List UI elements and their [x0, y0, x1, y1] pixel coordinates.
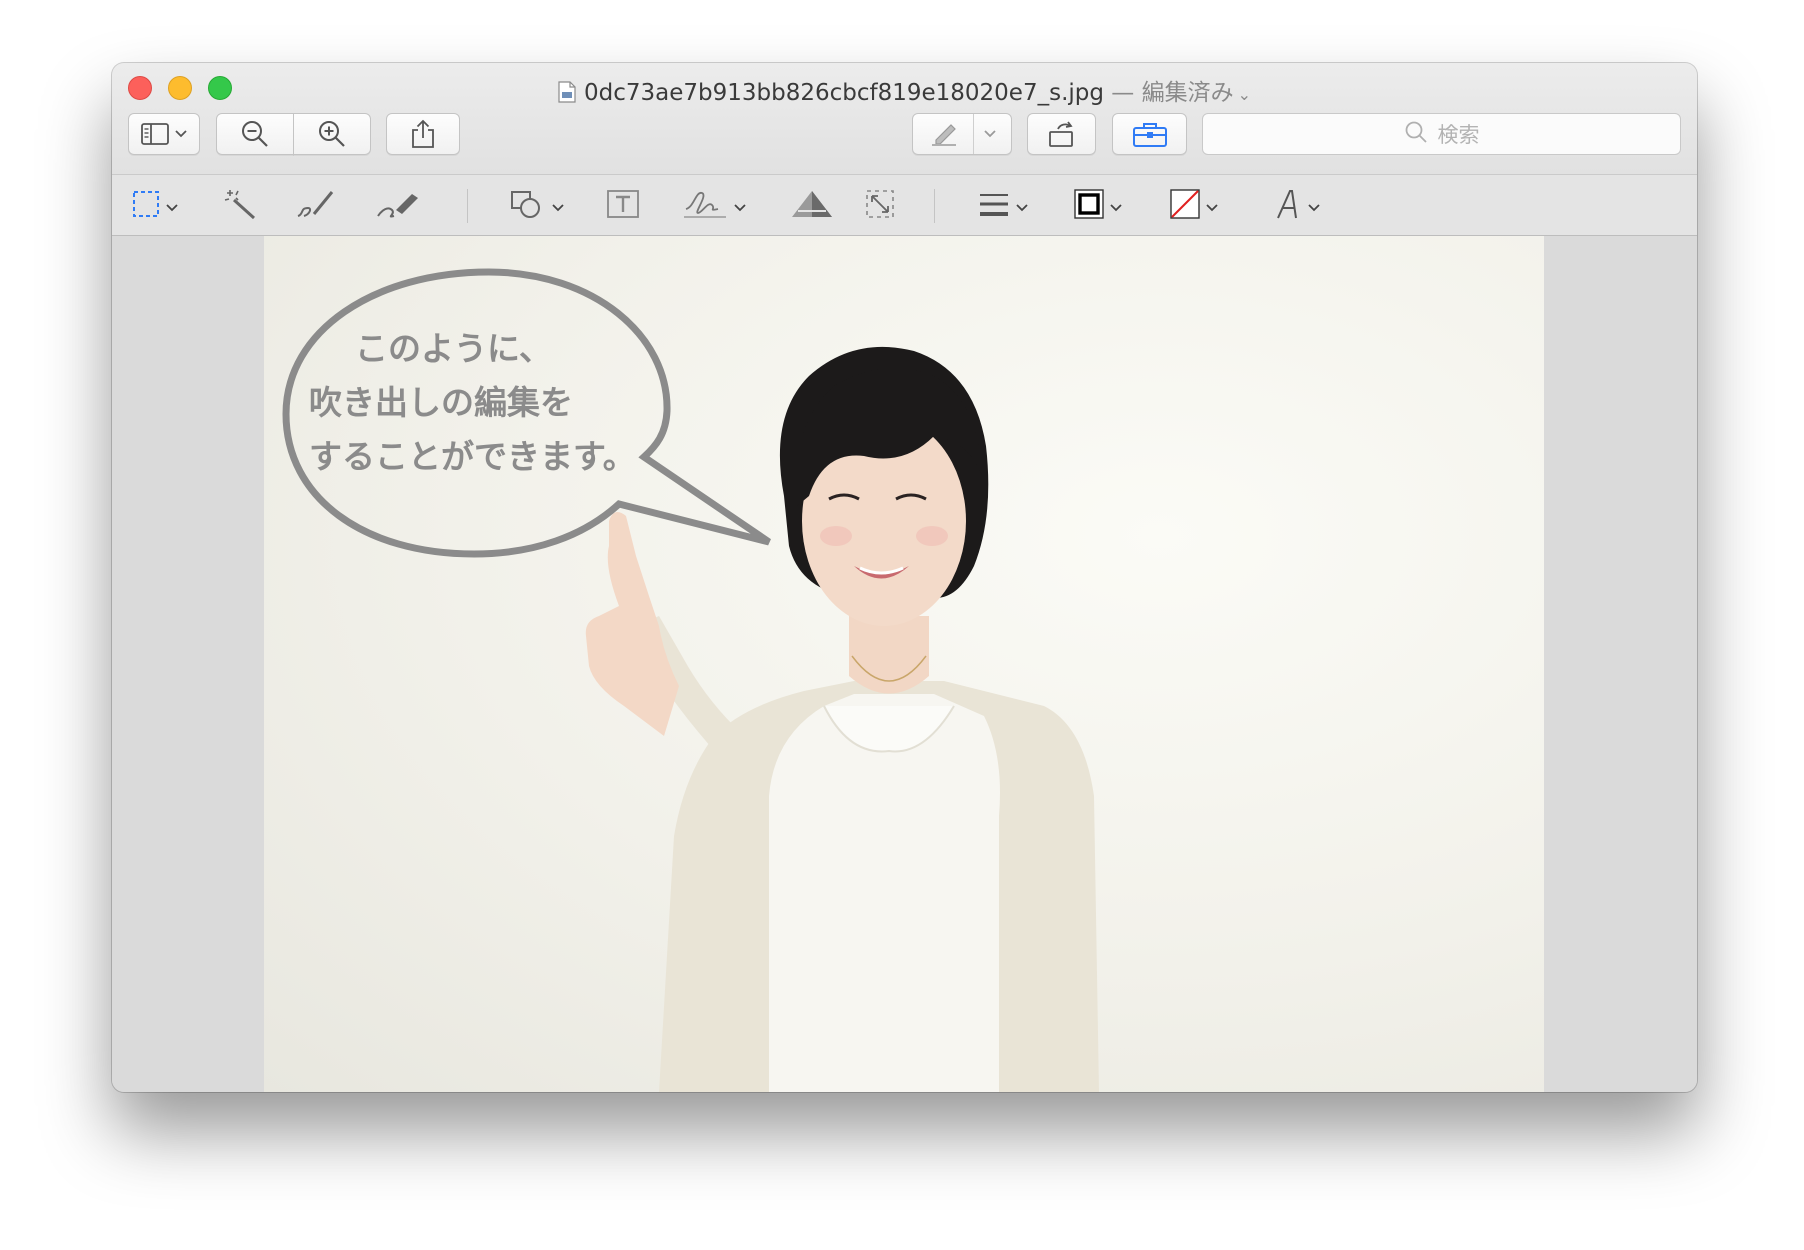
toolbar-divider	[467, 189, 468, 223]
signature-tool[interactable]	[682, 187, 746, 225]
button-divider	[972, 114, 974, 154]
highlight-pen-icon	[929, 120, 963, 148]
zoom-out-icon	[240, 119, 270, 149]
shape-style-icon	[978, 190, 1010, 222]
rectangular-selection-icon	[132, 190, 160, 222]
speech-bubble-line: 吹き出しの編集を	[309, 383, 573, 422]
title-bar: 0dc73ae7b913bb826cbcf819e18020e7_s.jpg —…	[112, 63, 1697, 174]
filename-label: 0dc73ae7b913bb826cbcf819e18020e7_s.jpg	[583, 80, 1104, 106]
toolbar-divider	[934, 189, 935, 223]
text-tool[interactable]	[606, 187, 640, 225]
share-button[interactable]	[386, 113, 460, 155]
adjust-size-tool[interactable]	[864, 187, 896, 225]
selection-tool[interactable]	[132, 187, 178, 225]
chevron-down-icon	[734, 197, 746, 216]
draw-icon	[374, 188, 424, 224]
adjust-color-icon	[790, 189, 834, 223]
text-icon	[606, 189, 640, 223]
chevron-down-icon	[1016, 197, 1028, 216]
title-separator: —	[1111, 80, 1135, 106]
instant-alpha-icon	[222, 188, 258, 224]
document-icon	[558, 81, 576, 109]
border-color-icon	[1074, 189, 1104, 223]
shape-style-tool[interactable]	[978, 187, 1028, 225]
search-placeholder: 検索	[1437, 123, 1480, 147]
highlight-button[interactable]	[912, 113, 1012, 155]
markup-toolbar	[112, 174, 1697, 236]
rotate-button[interactable]	[1027, 113, 1096, 155]
search-icon	[1404, 120, 1438, 149]
adjust-color-tool[interactable]	[790, 187, 834, 225]
chevron-down-icon	[1110, 197, 1122, 216]
chevron-down-icon	[1308, 197, 1320, 216]
border-color-tool[interactable]	[1074, 187, 1122, 225]
shapes-icon	[510, 188, 546, 224]
sketch-icon	[294, 188, 338, 224]
speech-bubble-line: することができます。	[309, 437, 636, 476]
toolbox-icon	[1132, 120, 1168, 148]
zoom-out-button[interactable]	[216, 113, 294, 155]
speech-bubble-line: このように、	[355, 329, 553, 368]
chevron-down-icon	[552, 197, 564, 216]
zoom-in-button[interactable]	[293, 113, 371, 155]
document-area: このように、 吹き出しの編集を することができます。	[112, 236, 1697, 1092]
speech-bubble-text: このように、 吹き出しの編集を することができます。	[309, 322, 669, 484]
text-style-icon	[1274, 188, 1302, 224]
sketch-tool[interactable]	[294, 187, 338, 225]
preview-window: 0dc73ae7b913bb826cbcf819e18020e7_s.jpg —…	[112, 63, 1697, 1092]
sidebar-button[interactable]	[128, 113, 200, 155]
text-style-tool[interactable]	[1274, 187, 1320, 225]
chevron-down-icon: ⌄	[1237, 85, 1252, 104]
signature-icon	[682, 187, 728, 225]
fill-color-icon	[1170, 189, 1200, 223]
fill-color-tool[interactable]	[1170, 187, 1218, 225]
markup-toolbar-button[interactable]	[1112, 113, 1187, 155]
rotate-icon	[1046, 120, 1078, 148]
shapes-tool[interactable]	[510, 187, 564, 225]
draw-tool[interactable]	[374, 187, 424, 225]
chevron-down-icon	[1206, 197, 1218, 216]
share-icon	[410, 119, 436, 149]
chevron-down-icon[interactable]	[983, 130, 996, 138]
chevron-down-icon	[175, 130, 187, 138]
window-title[interactable]: 0dc73ae7b913bb826cbcf819e18020e7_s.jpg —…	[112, 73, 1697, 109]
search-field[interactable]: 検索	[1202, 113, 1681, 155]
sidebar-icon	[141, 123, 169, 145]
chevron-down-icon	[166, 197, 178, 216]
instant-alpha-tool[interactable]	[222, 187, 258, 225]
photo-canvas: このように、 吹き出しの編集を することができます。	[264, 236, 1544, 1092]
edited-status: 編集済み	[1141, 80, 1234, 106]
adjust-size-icon	[864, 188, 896, 224]
zoom-in-icon	[317, 119, 347, 149]
